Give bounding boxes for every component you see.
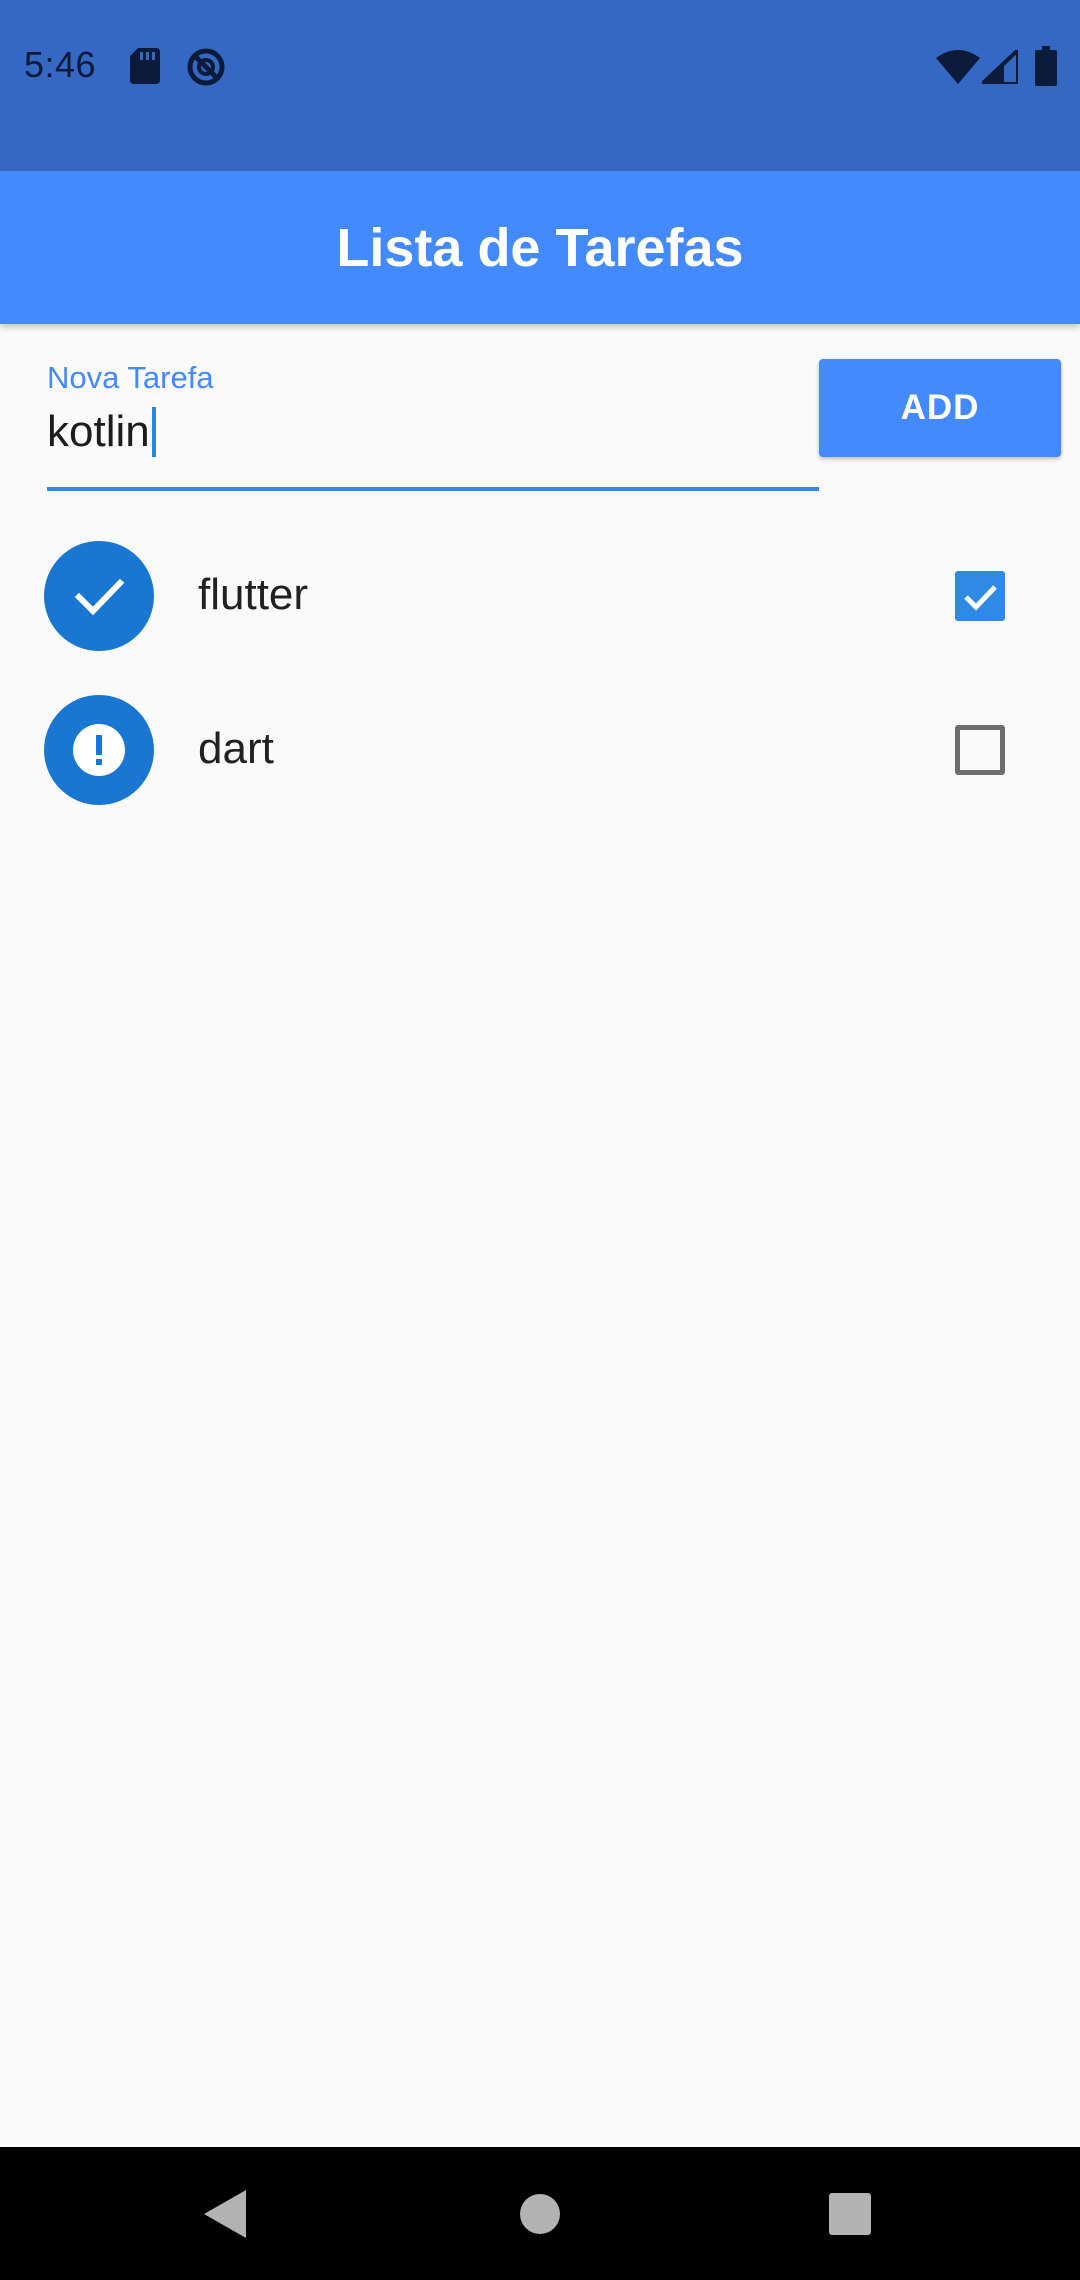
add-button[interactable]: ADD: [819, 359, 1061, 457]
app-bar: Lista de Tarefas: [0, 171, 1080, 324]
new-task-input[interactable]: kotlin: [47, 400, 156, 464]
navigation-bar: [0, 2147, 1080, 2280]
new-task-input-value[interactable]: kotlin: [47, 407, 150, 457]
sd-card-icon: [130, 48, 160, 89]
status-bar: 5:46: [0, 0, 1080, 171]
new-task-input-underline: [47, 487, 819, 491]
task-label: flutter: [198, 570, 309, 619]
task-list-item[interactable]: flutter: [0, 520, 1080, 674]
wifi-icon: [936, 50, 980, 89]
task-status-avatar: [44, 695, 154, 805]
text-cursor: [151, 407, 156, 457]
cell-signal-icon: [976, 45, 1020, 89]
task-label: dart: [198, 724, 274, 773]
recents-icon[interactable]: [829, 2193, 871, 2240]
do-not-disturb-icon: [186, 47, 226, 92]
error-icon: [73, 724, 125, 776]
new-task-field-label: Nova Tarefa: [47, 360, 214, 395]
task-checkbox[interactable]: [955, 571, 1005, 621]
screen: 5:46 Lista de Tarefas Nova Tarefa kotlin…: [0, 0, 1080, 2280]
app-title: Lista de Tarefas: [336, 217, 744, 278]
battery-icon: [1035, 46, 1057, 91]
status-time: 5:46: [24, 44, 97, 85]
task-status-avatar: [44, 541, 154, 651]
task-list-item[interactable]: dart: [0, 674, 1080, 828]
home-icon[interactable]: [519, 2193, 561, 2240]
check-icon: [74, 578, 125, 616]
task-checkbox[interactable]: [955, 725, 1005, 775]
checkbox-check-icon: [964, 585, 997, 611]
back-icon[interactable]: [204, 2190, 246, 2243]
